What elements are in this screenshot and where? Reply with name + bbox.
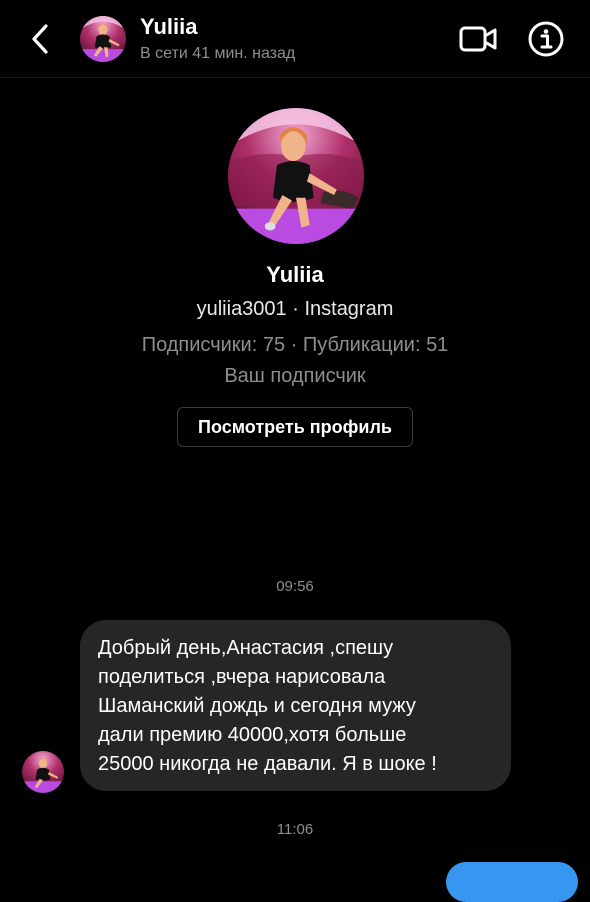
view-profile-button[interactable]: Посмотреть профиль [177, 407, 413, 447]
header-avatar[interactable] [80, 16, 126, 62]
video-camera-icon[interactable] [458, 22, 498, 56]
online-status: В сети 41 мин. назад [140, 45, 296, 62]
avatar-photo [80, 16, 126, 62]
chat-header: Yuliia В сети 41 мин. назад [0, 0, 590, 78]
follow-status: Ваш подписчик [224, 365, 366, 387]
profile-avatar[interactable] [228, 108, 364, 244]
timestamp: 09:56 [276, 578, 314, 595]
message-line: Добрый день,Анастасия ,спешу [98, 637, 394, 659]
info-icon[interactable] [527, 20, 565, 58]
message-line: дали премию 40000,хотя больше [98, 724, 407, 746]
profile-handle: yuliia3001 · Instagram [196, 298, 394, 320]
timestamp: 11:06 [276, 821, 314, 838]
contact-name[interactable]: Yuliia [140, 14, 197, 40]
outgoing-message-bubble[interactable] [446, 862, 578, 902]
message-bubble[interactable]: Добрый день,Анастасия ,спешу поделиться … [80, 620, 511, 791]
chevron-left-icon[interactable] [26, 22, 56, 56]
avatar-photo [22, 751, 64, 793]
message-avatar[interactable] [22, 751, 64, 793]
message-line: 25000 никогда не давали. Я в шоке ! [98, 753, 437, 775]
message-line: Шаманский дождь и сегодня мужу [98, 695, 416, 717]
message-line: поделиться ,вчера нарисовала [98, 666, 386, 688]
profile-name: Yuliia [266, 262, 324, 287]
profile-stats: Подписчики: 75 · Публикации: 51 [141, 334, 449, 356]
profile-photo [228, 108, 364, 244]
